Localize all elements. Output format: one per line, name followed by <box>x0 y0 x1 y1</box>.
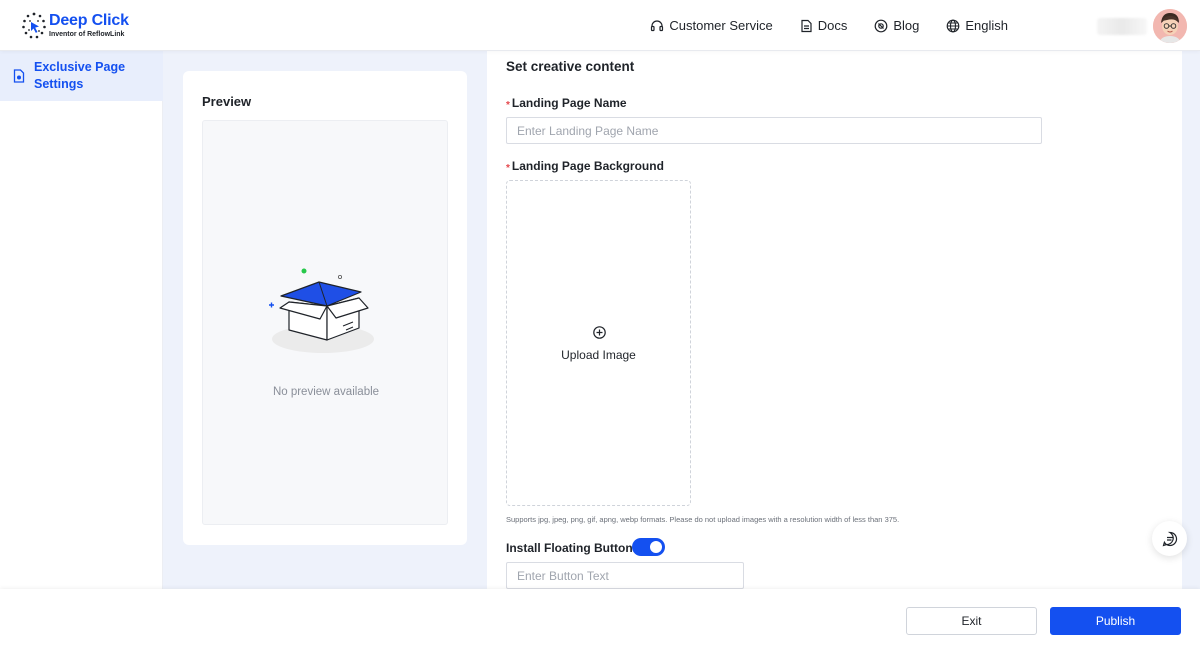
logo-subtitle: Inventor of ReflowLink <box>49 30 125 38</box>
nav-label: Customer Service <box>669 18 773 33</box>
floating-button-label: Install Floating Button <box>506 541 633 555</box>
logo[interactable]: Deep Click Inventor of ReflowLink <box>21 11 129 39</box>
nav-label: Blog <box>893 18 920 33</box>
top-nav: Customer Service Docs Blog English <box>650 0 1008 51</box>
empty-box-icon <box>269 268 374 353</box>
required-marker: * <box>506 163 510 174</box>
top-header: Deep Click Inventor of ReflowLink Custom… <box>0 0 1200 51</box>
blog-icon <box>874 19 888 32</box>
avatar[interactable] <box>1153 9 1187 43</box>
sidebar-item-exclusive-page-settings[interactable]: Exclusive Page Settings <box>0 51 163 101</box>
page-settings-icon <box>13 69 25 83</box>
nav-blog[interactable]: Blog <box>874 18 919 33</box>
user-name-blurred[interactable] <box>1097 18 1147 35</box>
floating-button-toggle[interactable] <box>632 538 665 556</box>
preview-card: Preview No preview available <box>183 71 467 545</box>
toggle-knob <box>650 541 662 553</box>
document-icon <box>801 19 812 32</box>
nav-docs[interactable]: Docs <box>800 18 848 33</box>
chat-icon <box>1162 531 1177 546</box>
nav-label: English <box>965 18 1008 33</box>
upload-image-area[interactable]: Upload Image <box>506 180 691 506</box>
deep-click-logo-icon <box>22 12 46 39</box>
preview-frame: No preview available <box>202 120 448 525</box>
button-text-input[interactable] <box>506 562 744 589</box>
exit-button[interactable]: Exit <box>906 607 1037 635</box>
logo-title: Deep Click <box>49 11 129 29</box>
preview-title: Preview <box>202 94 252 109</box>
landing-name-label-text: Landing Page Name <box>511 96 627 110</box>
section-title: Set creative content <box>506 59 635 74</box>
avatar-icon <box>1153 9 1187 43</box>
publish-button[interactable]: Publish <box>1050 607 1181 635</box>
landing-background-label-text: Landing Page Background <box>511 159 664 173</box>
required-marker: * <box>506 100 510 111</box>
upload-format-hint: Supports jpg, jpeg, png, gif, apng, webp… <box>506 515 900 524</box>
upload-image-label: Upload Image <box>561 348 636 362</box>
nav-language[interactable]: English <box>946 18 1008 33</box>
landing-name-label: * Landing Page Name <box>506 96 627 111</box>
nav-label: Docs <box>817 18 848 33</box>
add-circle-icon <box>593 326 606 339</box>
footer-action-bar: Exit Publish <box>0 589 1200 654</box>
headset-icon <box>651 19 664 31</box>
landing-name-input[interactable] <box>506 117 1042 144</box>
landing-background-label: * Landing Page Background <box>506 159 664 174</box>
sidebar-item-label: Exclusive Page Settings <box>34 60 126 91</box>
chat-support-button[interactable] <box>1152 521 1187 556</box>
nav-customer-service[interactable]: Customer Service <box>650 18 773 33</box>
creative-form-panel: Set creative content * Landing Page Name … <box>487 51 1182 591</box>
empty-preview-text: No preview available <box>272 386 380 398</box>
globe-icon <box>947 19 960 32</box>
sidebar: Exclusive Page Settings <box>0 51 163 591</box>
